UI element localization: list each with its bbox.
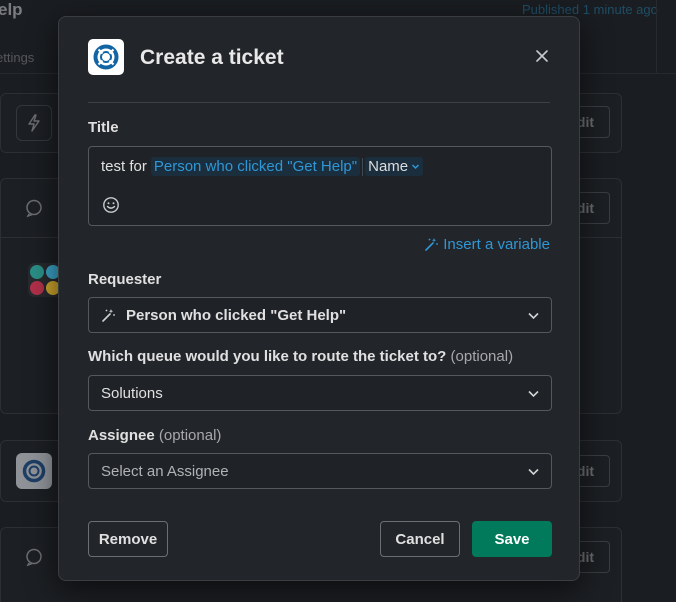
lifebuoy-icon — [16, 453, 52, 489]
header-divider — [88, 102, 550, 103]
modal-header: Create a ticket — [88, 39, 550, 79]
create-ticket-modal: Create a ticket Title test for Person wh… — [58, 16, 580, 581]
title-label: Title — [88, 119, 119, 136]
emoji-icon[interactable] — [102, 196, 120, 214]
chevron-down-icon — [528, 312, 539, 320]
requester-select[interactable]: Person who clicked "Get Help" — [88, 297, 552, 333]
queue-optional-hint: (optional) — [450, 348, 514, 365]
app-title: elp — [0, 0, 23, 19]
chevron-down-icon — [528, 468, 539, 476]
close-icon — [536, 50, 548, 62]
settings-tab[interactable]: ettings — [0, 50, 34, 65]
remove-button[interactable]: Remove — [88, 521, 168, 557]
variable-property-dropdown[interactable]: Name — [365, 157, 424, 176]
assignee-select[interactable]: Select an Assignee — [88, 453, 552, 489]
cancel-button[interactable]: Cancel — [380, 521, 460, 557]
variable-token[interactable]: Person who clicked "Get Help" — [150, 157, 361, 176]
insert-variable-link[interactable]: Insert a variable — [424, 236, 550, 253]
assignee-placeholder: Select an Assignee — [101, 462, 229, 480]
magic-wand-icon — [425, 238, 439, 251]
requester-label: Requester — [88, 271, 162, 288]
lifebuoy-icon — [88, 39, 124, 75]
chevron-down-icon — [412, 164, 420, 170]
message-icon — [16, 539, 52, 575]
modal-title: Create a ticket — [140, 46, 284, 69]
message-icon — [16, 190, 52, 226]
header-vertical-divider — [656, 0, 657, 74]
queue-label-text: Which queue would you like to route the … — [88, 348, 447, 365]
close-button[interactable] — [527, 41, 557, 71]
title-text: test for — [101, 158, 147, 175]
variable-property-label: Name — [368, 158, 409, 175]
title-input-content: test for Person who clicked "Get Help" N… — [101, 157, 424, 176]
lightning-icon — [16, 105, 52, 141]
variable-separator — [362, 157, 364, 176]
save-button[interactable]: Save — [472, 521, 552, 557]
title-input[interactable]: test for Person who clicked "Get Help" N… — [88, 146, 552, 226]
queue-select[interactable]: Solutions — [88, 375, 552, 411]
insert-variable-label: Insert a variable — [443, 236, 550, 253]
magic-wand-icon — [101, 308, 116, 323]
queue-value: Solutions — [101, 384, 163, 402]
queue-label: Which queue would you like to route the … — [88, 348, 513, 365]
slack-logo-icon — [28, 263, 62, 297]
assignee-label-text: Assignee — [88, 427, 155, 444]
requester-value: Person who clicked "Get Help" — [126, 306, 347, 324]
chevron-down-icon — [528, 390, 539, 398]
assignee-label: Assignee (optional) — [88, 427, 221, 444]
assignee-optional-hint: (optional) — [158, 427, 222, 444]
published-status: Published 1 minute ago — [522, 2, 658, 17]
